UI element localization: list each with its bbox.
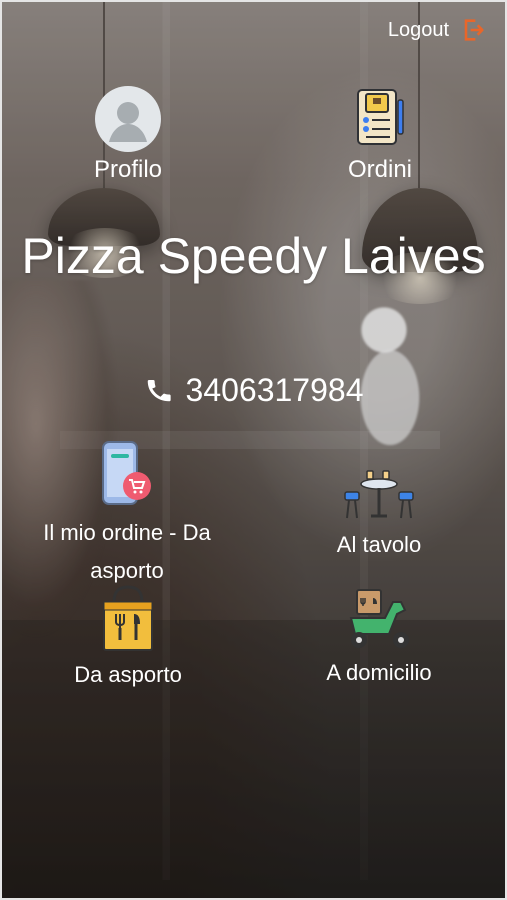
document-icon xyxy=(357,89,404,145)
logout-button[interactable]: Logout xyxy=(388,16,487,44)
profile-button[interactable]: Profilo xyxy=(88,86,168,184)
logout-icon xyxy=(464,19,484,41)
profile-label: Profilo xyxy=(93,156,163,183)
avatar-icon xyxy=(95,86,161,152)
my-order-takeaway-label: Il mio ordine - Da asporto xyxy=(43,520,211,583)
at-table-label: Al tavolo xyxy=(336,532,422,557)
orders-button[interactable]: Ordini xyxy=(336,86,424,184)
takeaway-button[interactable]: Da asporto xyxy=(48,584,208,694)
home-delivery-label: A domicilio xyxy=(326,660,432,685)
takeaway-label: Da asporto xyxy=(74,662,182,687)
restaurant-name: Pizza Speedy Laives xyxy=(21,228,486,284)
delivery-scooter-icon xyxy=(349,589,409,648)
orders-label: Ordini xyxy=(347,156,413,183)
table-icon xyxy=(344,470,414,519)
at-table-button[interactable]: Al tavolo xyxy=(300,468,458,564)
takeaway-bag-icon xyxy=(103,585,153,651)
mobile-cart-icon xyxy=(102,441,151,505)
phone-icon xyxy=(147,380,171,402)
my-order-takeaway-button[interactable]: Il mio ordine - Da asporto xyxy=(20,440,234,590)
home-delivery-button[interactable]: A domicilio xyxy=(300,584,458,692)
phone-number: 3406317984 xyxy=(185,372,364,408)
logout-label: Logout xyxy=(387,18,449,41)
phone-link[interactable]: 3406317984 xyxy=(0,370,507,410)
